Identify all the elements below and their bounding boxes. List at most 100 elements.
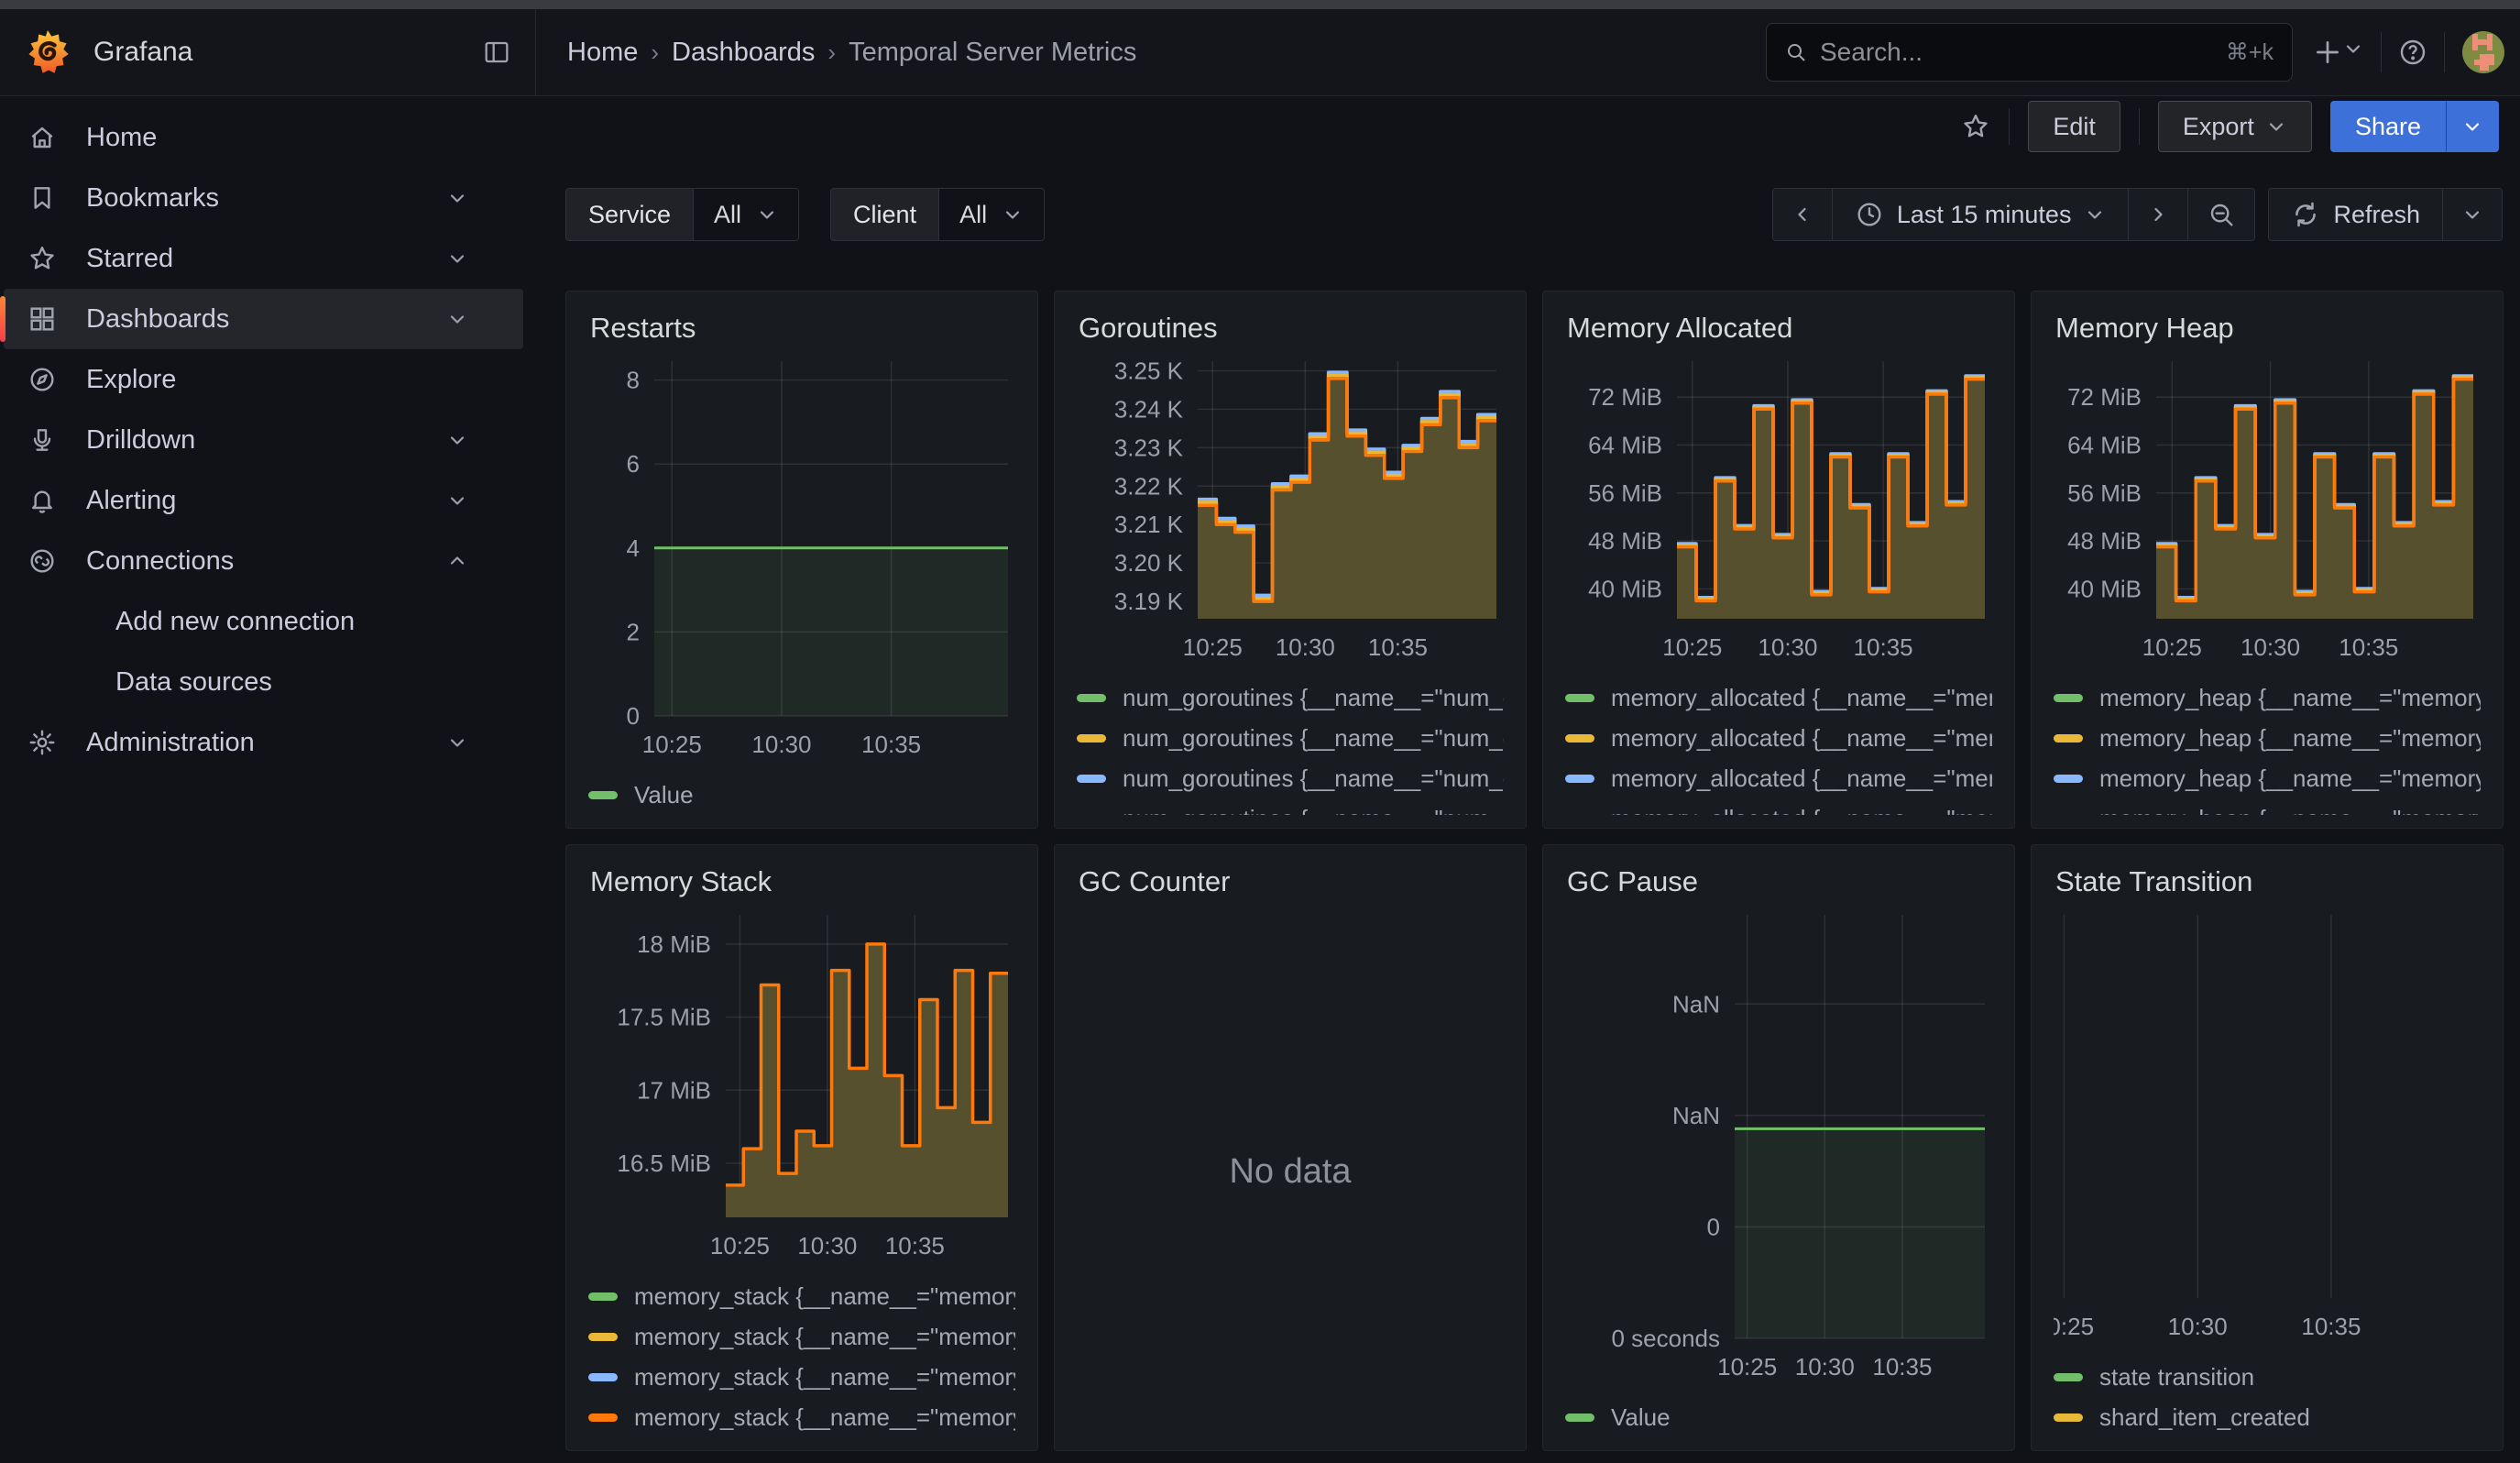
sidebar-item-connections[interactable]: Connections [4, 531, 523, 591]
help-button[interactable] [2398, 38, 2427, 67]
svg-text:10:35: 10:35 [861, 731, 921, 758]
legend-item[interactable]: memory_stack {__name__="memory_s [588, 1357, 1015, 1397]
panel-title[interactable]: GC Pause [1565, 860, 1992, 906]
dock-menu-button[interactable] [482, 38, 511, 67]
chevron-right-icon: › [651, 38, 659, 67]
svg-text:10:35: 10:35 [1368, 633, 1428, 661]
chart-memory-heap[interactable]: 72 MiB64 MiB56 MiB48 MiB40 MiB10:2510:30… [2054, 352, 2481, 670]
sidebar-item-dashboards[interactable]: Dashboards [4, 289, 523, 349]
time-back-button[interactable] [1773, 189, 1833, 240]
legend-item[interactable]: memory_stack {__name__="memory_s [588, 1316, 1015, 1357]
divider [2444, 32, 2445, 72]
share-button[interactable]: Share [2330, 101, 2446, 152]
sidebar-item-data-sources[interactable]: Data sources [4, 652, 523, 712]
sidebar-item-bookmarks[interactable]: Bookmarks [4, 168, 523, 228]
sidebar-item-label: Dashboards [86, 304, 446, 335]
legend-item[interactable]: num_goroutines {__name__="num_go [1077, 798, 1504, 815]
grafana-logo-icon [24, 28, 71, 76]
sidebar-item-administration[interactable]: Administration [4, 712, 523, 773]
dashboard-toolbar: Edit Export Share [565, 96, 2503, 157]
legend-item[interactable]: num_goroutines {__name__="num_go [1077, 718, 1504, 758]
legend-item[interactable]: memory_heap {__name__="memory_h [2054, 798, 2481, 815]
chevron-up-icon[interactable] [446, 550, 468, 572]
chart-memory-allocated[interactable]: 72 MiB64 MiB56 MiB48 MiB40 MiB10:2510:30… [1565, 352, 1992, 670]
export-button[interactable]: Export [2158, 101, 2312, 152]
brand-name: Grafana [93, 37, 482, 68]
panel-toggle-icon [482, 38, 511, 67]
legend-item[interactable]: memory_heap {__name__="memory_h [2054, 758, 2481, 798]
legend: Value [588, 775, 1015, 815]
breadcrumb-dashboards[interactable]: Dashboards [672, 38, 815, 68]
time-forward-button[interactable] [2129, 189, 2188, 240]
panel-title[interactable]: GC Counter [1077, 860, 1504, 906]
divider [2009, 108, 2010, 145]
legend-item[interactable]: memory_allocated {__name__="memo [1565, 718, 1992, 758]
user-avatar[interactable] [2461, 30, 2505, 74]
sidebar-item-add-new-connection[interactable]: Add new connection [4, 591, 523, 652]
home-icon [27, 123, 57, 152]
chart-memory-stack[interactable]: 18 MiB17.5 MiB17 MiB16.5 MiB10:2510:3010… [588, 906, 1015, 1269]
refresh-interval-button[interactable] [2443, 189, 2502, 240]
panel-title[interactable]: Memory Allocated [1565, 306, 1992, 352]
favorite-star-button[interactable] [1961, 112, 1990, 141]
legend-label: memory_stack {__name__="memory_s [634, 1323, 1015, 1351]
svg-text:10:30: 10:30 [2241, 633, 2300, 661]
edit-button[interactable]: Edit [2028, 101, 2120, 152]
legend-item[interactable]: Value [1565, 1397, 1992, 1437]
legend-item[interactable]: memory_stack {__name__="memory_s [588, 1276, 1015, 1316]
chart-goroutines[interactable]: 3.25 K3.24 K3.23 K3.22 K3.21 K3.20 K3.19… [1077, 352, 1504, 670]
sidebar-item-drilldown[interactable]: Drilldown [4, 410, 523, 470]
svg-text:8: 8 [627, 367, 640, 394]
svg-text:17 MiB: 17 MiB [637, 1076, 711, 1104]
legend-item[interactable]: memory_stack {__name__="memory_s [588, 1397, 1015, 1437]
panel-title[interactable]: Goroutines [1077, 306, 1504, 352]
panel-title[interactable]: State Transition [2054, 860, 2481, 906]
chevron-down-icon[interactable] [446, 490, 468, 512]
share-menu-button[interactable] [2446, 101, 2499, 152]
refresh-group: Refresh [2268, 188, 2503, 241]
legend-item[interactable]: num_goroutines {__name__="num_go [1077, 677, 1504, 718]
chart-state-transition[interactable]: 10:2510:3010:35 [2054, 906, 2481, 1349]
legend-item[interactable]: num_goroutines {__name__="num_go [1077, 758, 1504, 798]
chart-restarts[interactable]: 0246810:2510:3010:35 [588, 352, 1015, 767]
svg-text:64 MiB: 64 MiB [1588, 431, 1662, 458]
sidebar: Home Bookmarks Starred Dashboards Explor… [0, 96, 536, 1462]
chevron-down-icon[interactable] [446, 429, 468, 451]
svg-text:10:30: 10:30 [1795, 1353, 1855, 1380]
panel-state-transition: State Transition10:2510:3010:35 state tr… [2031, 844, 2504, 1451]
legend-item[interactable]: memory_heap {__name__="memory_h [2054, 718, 2481, 758]
client-filter-value[interactable]: All [939, 189, 1044, 240]
chevron-down-icon[interactable] [446, 308, 468, 330]
chart-gc-counter[interactable]: No data [1077, 906, 1504, 1437]
sidebar-item-explore[interactable]: Explore [4, 349, 523, 410]
legend-item[interactable]: Value [588, 775, 1015, 815]
sidebar-item-home[interactable]: Home [4, 107, 523, 168]
svg-text:16.5 MiB: 16.5 MiB [617, 1150, 711, 1177]
service-filter-value[interactable]: All [694, 189, 798, 240]
refresh-button[interactable]: Refresh [2269, 189, 2443, 240]
breadcrumb-home[interactable]: Home [567, 38, 638, 68]
chevron-down-icon[interactable] [446, 732, 468, 754]
legend-item[interactable]: memory_allocated {__name__="memo [1565, 677, 1992, 718]
legend-item[interactable]: memory_allocated {__name__="memo [1565, 758, 1992, 798]
legend-item[interactable]: memory_heap {__name__="memory_h [2054, 677, 2481, 718]
sidebar-item-alerting[interactable]: Alerting [4, 470, 523, 531]
legend-item[interactable]: shard_item_created [2054, 1397, 2481, 1437]
chart-gc-pause[interactable]: 0 seconds0NaNNaN10:2510:3010:35 [1565, 906, 1992, 1390]
time-range-label: Last 15 minutes [1897, 201, 2072, 229]
new-button[interactable] [2313, 38, 2364, 67]
search-input[interactable]: Search... ⌘+k [1766, 23, 2293, 82]
time-range-picker[interactable]: Last 15 minutes [1833, 189, 2130, 240]
legend-label: memory_allocated {__name__="memo [1611, 724, 1992, 753]
panel-title[interactable]: Memory Stack [588, 860, 1015, 906]
legend-label: num_goroutines {__name__="num_go [1123, 805, 1504, 816]
panel-restarts: Restarts0246810:2510:3010:35 Value [565, 291, 1038, 829]
chevron-down-icon[interactable] [446, 248, 468, 270]
legend-item[interactable]: memory_allocated {__name__="memo [1565, 798, 1992, 815]
zoom-out-button[interactable] [2188, 189, 2254, 240]
panel-title[interactable]: Restarts [588, 306, 1015, 352]
legend-item[interactable]: state transition [2054, 1357, 2481, 1397]
chevron-down-icon[interactable] [446, 187, 468, 209]
panel-title[interactable]: Memory Heap [2054, 306, 2481, 352]
sidebar-item-starred[interactable]: Starred [4, 228, 523, 289]
